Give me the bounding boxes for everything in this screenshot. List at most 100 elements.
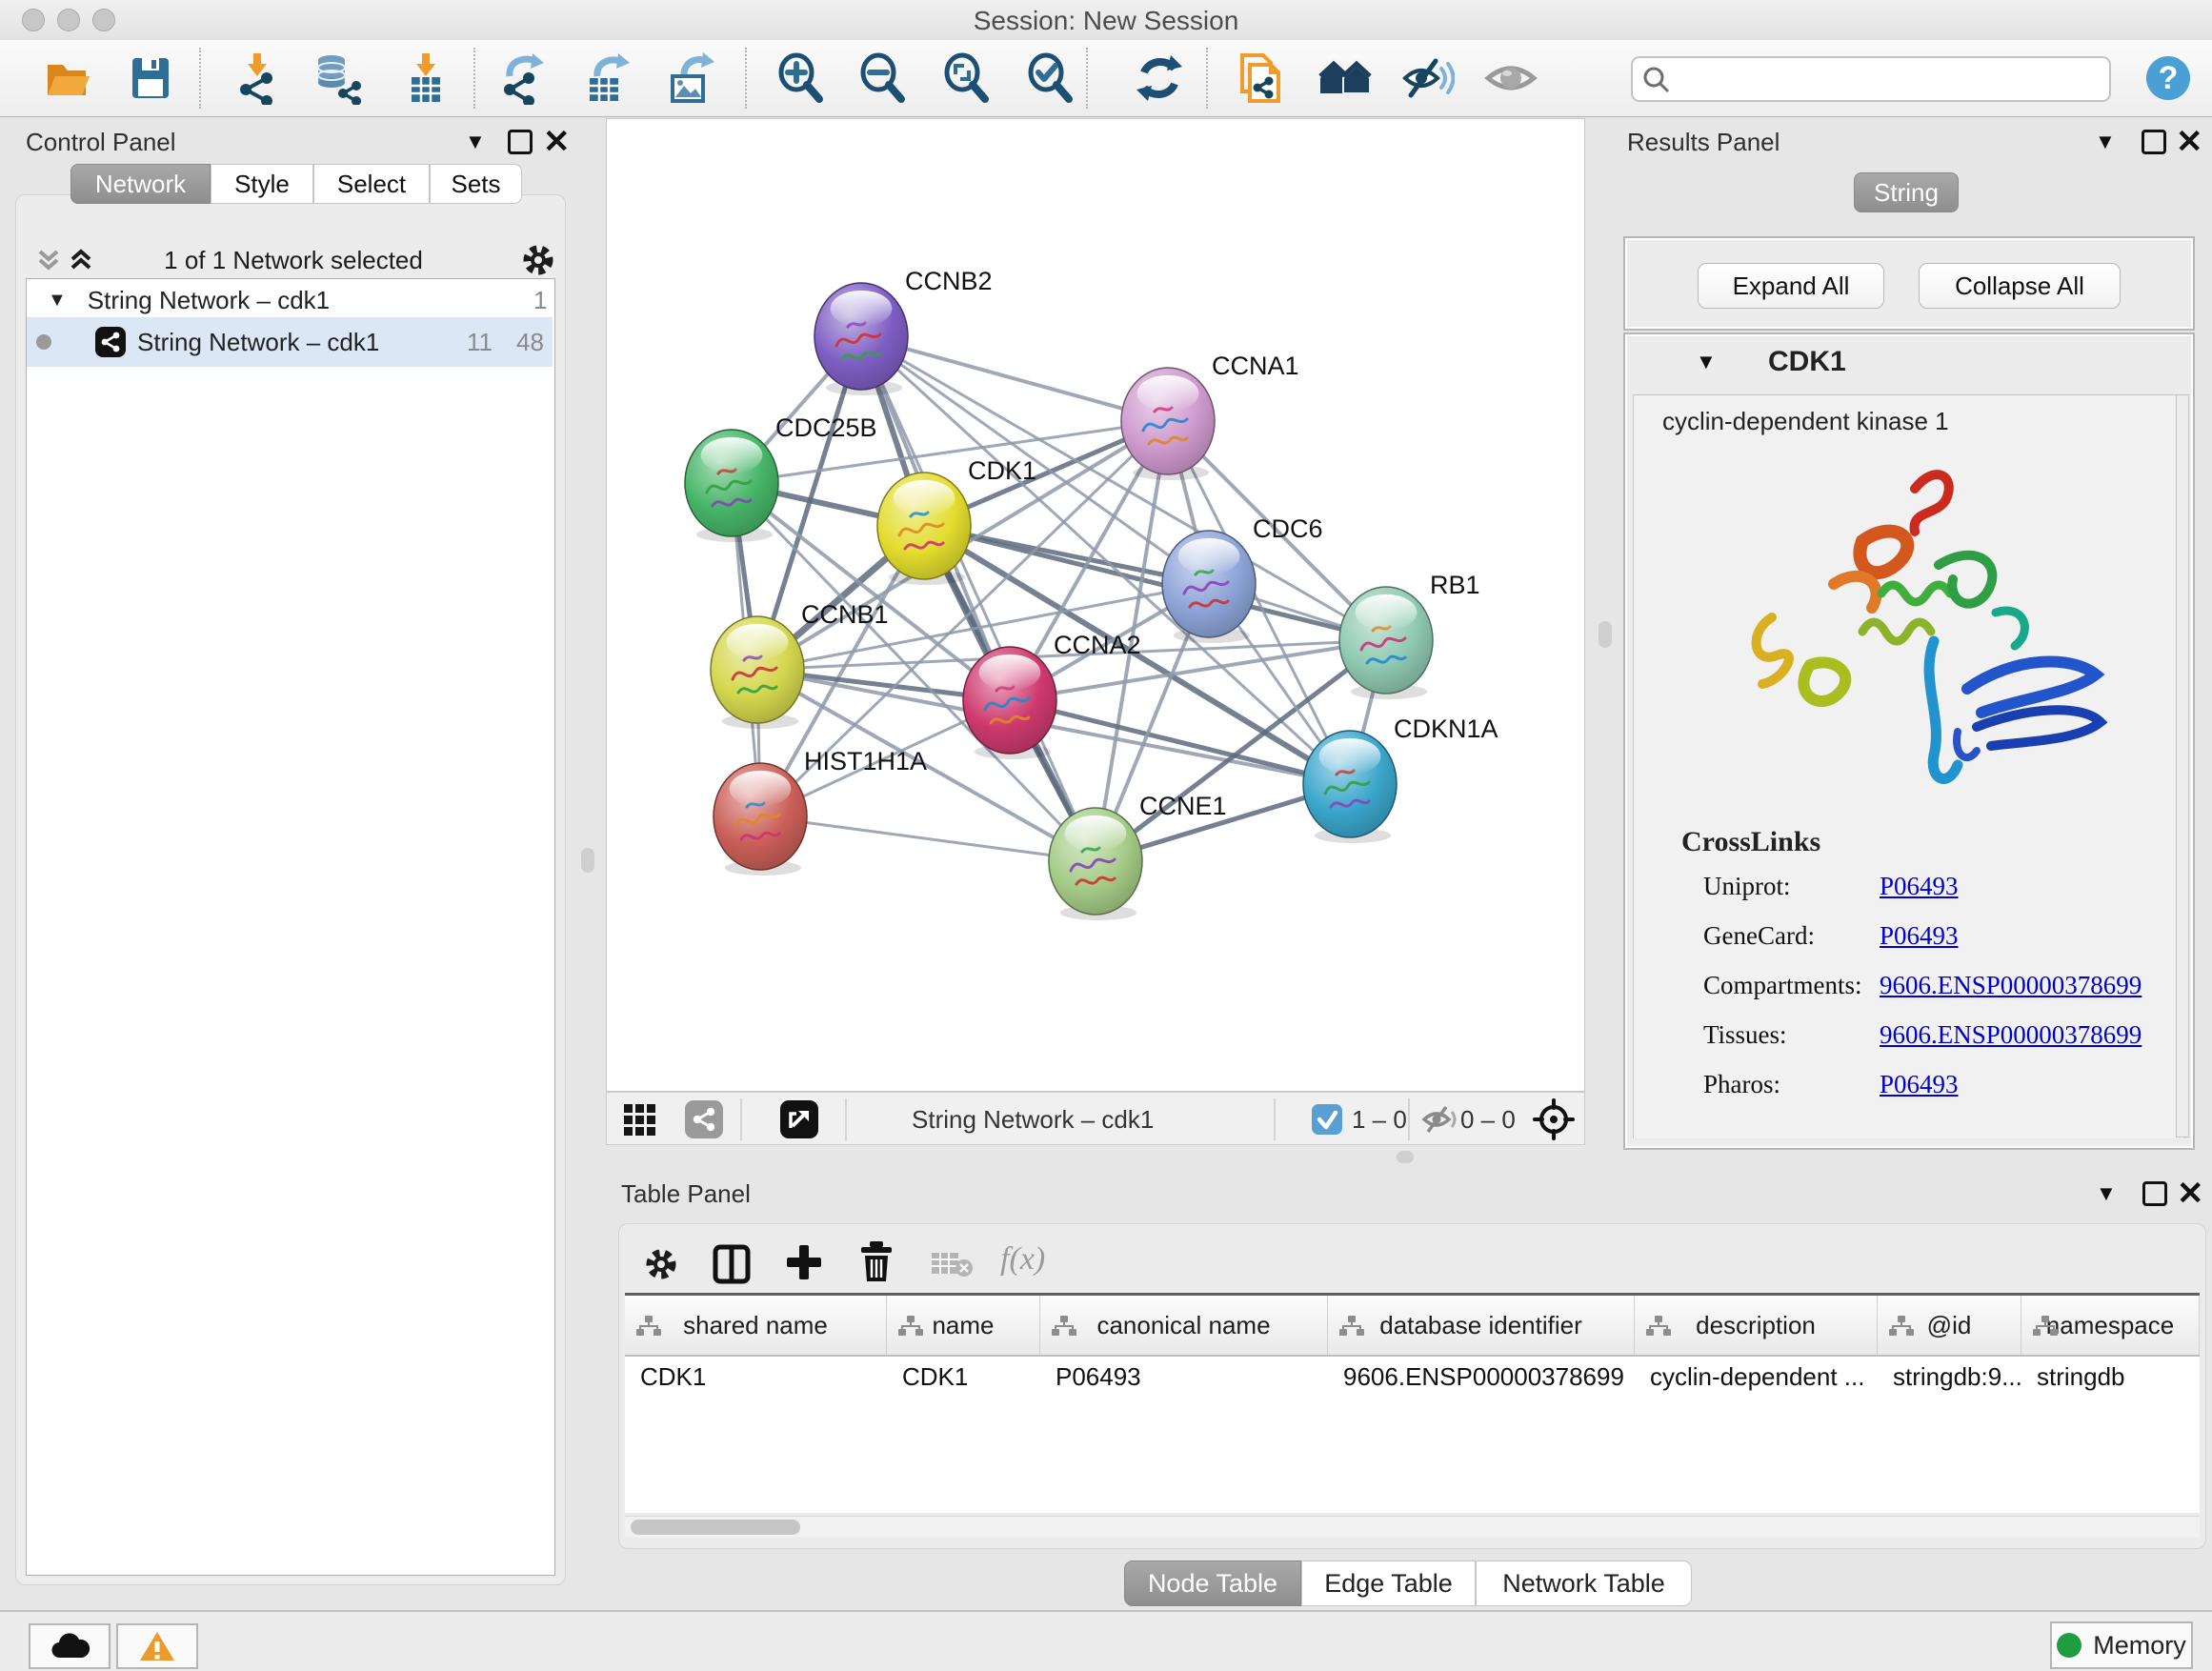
column-header--id[interactable]: @id — [1878, 1296, 2021, 1355]
results-panel-collapse-icon[interactable]: ▼ — [2095, 131, 2116, 152]
crosslink-link[interactable]: P06493 — [1880, 1070, 1959, 1099]
results-protein-box: ▼ CDK1 cyclin-dependent kinase 1 — [1623, 332, 2195, 1150]
open-session-icon[interactable] — [40, 51, 93, 105]
table-panel-collapse-icon[interactable]: ▼ — [2096, 1183, 2117, 1204]
control-panel-close-icon[interactable]: ✕ — [543, 126, 571, 158]
network-row-selected[interactable]: String Network – cdk1 11 48 — [27, 317, 553, 367]
network-node-hist1h1a[interactable]: HIST1H1A — [714, 747, 927, 876]
results-panel-float-icon[interactable] — [2142, 130, 2166, 154]
node-gloss-highlight — [979, 654, 1041, 691]
import-database-icon[interactable] — [311, 51, 364, 105]
results-panel-close-icon[interactable]: ✕ — [2176, 126, 2203, 158]
network-node-ccne1[interactable]: CCNE1 — [1049, 792, 1227, 920]
import-network-icon[interactable] — [231, 51, 284, 105]
open-in-browser-icon[interactable] — [780, 1100, 818, 1143]
collapse-all-tree-icon[interactable] — [36, 246, 61, 279]
crosslink-link[interactable]: P06493 — [1880, 872, 1959, 901]
collapse-all-button[interactable]: Collapse All — [1919, 263, 2121, 309]
expand-all-tree-icon[interactable] — [69, 246, 93, 279]
column-header-database-identifier[interactable]: database identifier — [1328, 1296, 1635, 1355]
node-label-cdk1: CDK1 — [968, 456, 1036, 485]
tab-edge-table[interactable]: Edge Table — [1301, 1560, 1476, 1606]
table-hscrollbar-thumb[interactable] — [631, 1520, 800, 1535]
hidden-eye-icon[interactable] — [1420, 1102, 1462, 1141]
zoom-selected-icon[interactable] — [1023, 51, 1076, 105]
birds-eye-view-icon[interactable] — [622, 1102, 658, 1143]
table-cell[interactable]: stringdb:9... — [1878, 1355, 2021, 1399]
export-image-icon[interactable] — [663, 51, 716, 105]
tab-network[interactable]: Network — [70, 164, 211, 204]
first-neighbors-icon[interactable] — [1318, 51, 1372, 105]
table-panel-close-icon[interactable]: ✕ — [2177, 1178, 2204, 1210]
search-input[interactable] — [1680, 60, 2094, 96]
save-session-icon[interactable] — [124, 51, 177, 105]
control-panel-float-icon[interactable] — [508, 130, 533, 154]
export-table-icon[interactable] — [580, 51, 633, 105]
table-cell[interactable]: CDK1 — [887, 1355, 1040, 1399]
table-cell[interactable]: cyclin-dependent ... — [1635, 1355, 1878, 1399]
network-node-rb1[interactable]: RB1 — [1339, 571, 1480, 699]
table-cell[interactable]: stringdb — [2021, 1355, 2200, 1399]
zoom-out-icon[interactable] — [855, 51, 909, 105]
network-node-cdc6[interactable]: CDC6 — [1162, 514, 1323, 643]
column-header-shared-name[interactable]: shared name — [625, 1296, 887, 1355]
control-panel-collapse-icon[interactable]: ▼ — [465, 131, 486, 152]
table-cell[interactable]: P06493 — [1040, 1355, 1328, 1399]
hide-selected-icon[interactable] — [1401, 51, 1455, 105]
tab-style[interactable]: Style — [211, 164, 313, 204]
table-hscrollbar[interactable] — [625, 1516, 2200, 1538]
tree-expand-icon[interactable]: ▼ — [48, 290, 67, 312]
crosslink-link[interactable]: 9606.ENSP00000378699 — [1880, 1020, 2142, 1050]
column-header-canonical-name[interactable]: canonical name — [1040, 1296, 1328, 1355]
table-cell[interactable]: CDK1 — [625, 1355, 887, 1399]
network-edge[interactable] — [760, 816, 1096, 861]
show-graphics-icon[interactable] — [1484, 51, 1538, 105]
refresh-icon[interactable] — [1133, 51, 1186, 105]
zoom-fit-icon[interactable] — [939, 51, 993, 105]
column-header-label: database identifier — [1379, 1311, 1581, 1340]
results-scrollbar[interactable] — [2176, 394, 2189, 1137]
left-splitter-handle[interactable] — [581, 848, 594, 873]
export-network-icon[interactable] — [496, 51, 550, 105]
delete-column-trash-icon[interactable] — [855, 1239, 897, 1288]
tab-node-table[interactable]: Node Table — [1124, 1560, 1301, 1606]
network-canvas[interactable]: CCNB2CCNA1CDC25BCDK1CDC6RB1CCNB1CCNA2CDK… — [606, 118, 1585, 1092]
bottom-splitter-handle[interactable] — [1397, 1151, 1414, 1163]
network-node-cdkn1a[interactable]: CDKN1A — [1303, 715, 1498, 843]
zoom-in-icon[interactable] — [774, 51, 827, 105]
network-collection-row[interactable]: ▼ String Network – cdk1 1 — [27, 283, 553, 317]
import-table-icon[interactable] — [399, 51, 452, 105]
copy-document-icon[interactable] — [1233, 51, 1286, 105]
node-label-cdc6: CDC6 — [1253, 514, 1323, 543]
crosslink-link[interactable]: P06493 — [1880, 921, 1959, 951]
protein-collapse-icon[interactable]: ▼ — [1696, 352, 1717, 372]
column-header-description[interactable]: description — [1635, 1296, 1878, 1355]
node-label-hist1h1a: HIST1H1A — [804, 747, 927, 775]
memory-button[interactable]: Memory — [2050, 1621, 2193, 1669]
tab-network-table[interactable]: Network Table — [1476, 1560, 1692, 1606]
function-builder-icon[interactable]: f(x) — [1000, 1241, 1045, 1278]
crosslink-link[interactable]: 9606.ENSP00000378699 — [1880, 971, 2142, 1000]
network-edge[interactable] — [861, 336, 1096, 861]
tab-string[interactable]: String — [1854, 172, 1959, 212]
selected-checkbox-icon[interactable] — [1312, 1104, 1342, 1139]
network-badge-icon[interactable] — [685, 1100, 723, 1143]
network-edge[interactable] — [924, 526, 1386, 640]
add-column-icon[interactable] — [783, 1241, 825, 1288]
table-cell[interactable]: 9606.ENSP00000378699 — [1328, 1355, 1635, 1399]
right-splitter-handle[interactable] — [1599, 621, 1612, 648]
table-gear-icon[interactable] — [640, 1243, 682, 1290]
delete-table-icon[interactable] — [930, 1249, 974, 1284]
warnings-button[interactable] — [116, 1623, 198, 1669]
help-icon[interactable]: ? — [2142, 51, 2195, 105]
table-panel-float-icon[interactable] — [2142, 1181, 2167, 1206]
column-header-namespace[interactable]: namespace — [2021, 1296, 2200, 1355]
show-columns-icon[interactable] — [711, 1243, 753, 1290]
expand-all-button[interactable]: Expand All — [1698, 263, 1884, 309]
network-node-cdk1[interactable]: CDK1 — [877, 456, 1036, 585]
cloud-status-button[interactable] — [29, 1623, 111, 1669]
tab-select[interactable]: Select — [313, 164, 430, 204]
fit-selected-crosshair-icon[interactable] — [1533, 1098, 1575, 1145]
tab-sets[interactable]: Sets — [430, 164, 522, 204]
column-header-name[interactable]: name — [887, 1296, 1040, 1355]
